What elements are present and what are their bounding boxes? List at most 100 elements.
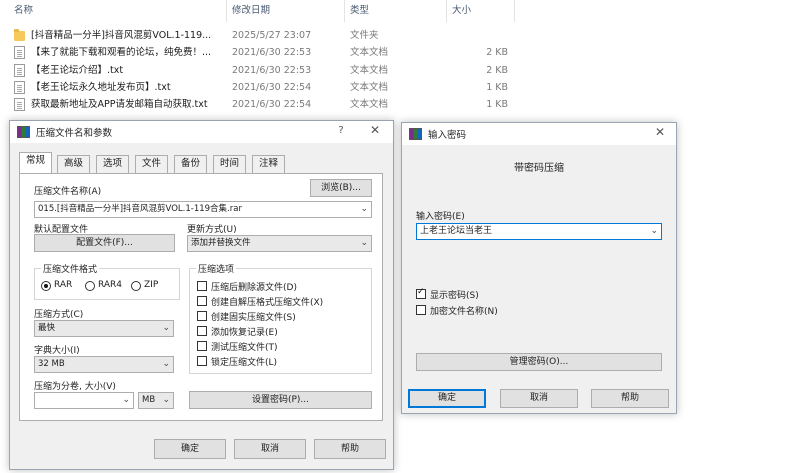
dialog-titlebar[interactable]: 压缩文件名和参数 ? ✕ [10,121,393,143]
method-select[interactable]: 最快 ⌄ [34,320,174,337]
sort-up-icon: ⌃ [116,0,124,7]
text-file-icon [14,98,25,111]
column-divider[interactable] [446,0,447,22]
encrypt-names-label[interactable]: 加密文件名称(N) [430,304,498,317]
update-mode-value: 添加并替换文件 [191,238,251,248]
chevron-down-icon[interactable]: ⌄ [650,224,658,239]
file-date: 2021/6/30 22:53 [232,65,312,76]
dialog-title: 输入密码 [428,130,467,141]
help-icon[interactable]: ? [331,125,351,136]
cancel-button[interactable]: 取消 [500,389,578,408]
file-row[interactable]: 【老王论坛介绍】.txt 2021/6/30 22:53 文本文档 2 KB [14,63,514,79]
ok-button[interactable]: 确定 [154,439,226,459]
split-volume-label: 压缩为分卷, 大小(V) [34,382,116,392]
column-header-type[interactable]: 类型 [350,0,369,22]
show-password-label[interactable]: 显示密码(S) [430,288,479,301]
archive-format-group: 压缩文件格式 RAR RAR4 ZIP [34,262,180,300]
split-volume-input[interactable]: ⌄ [34,392,134,409]
file-name: 【来了就能下载和观看的论坛，纯免费！... [31,47,212,58]
file-name: 获取最新地址及APP请发邮箱自动获取.txt [31,99,208,110]
option-label[interactable]: 创建固实压缩文件(S) [211,310,296,323]
dictionary-size-label: 字典大小(I) [34,346,80,356]
chevron-down-icon: ⌄ [162,395,170,405]
option-label[interactable]: 压缩后删除源文件(D) [211,280,297,293]
file-date: 2021/6/30 22:53 [232,47,312,58]
column-header-size[interactable]: 大小 [452,0,471,22]
password-value: 上老王论坛当老王 [420,226,493,236]
password-input[interactable]: 上老王论坛当老王 ⌄ [416,223,662,240]
option-label[interactable]: 测试压缩文件(T) [211,340,278,353]
lock-archive-checkbox[interactable] [197,356,207,366]
encrypt-names-checkbox[interactable] [416,305,426,315]
file-date: 2025/5/27 23:07 [232,30,312,41]
dialog-heading: 带密码压缩 [514,163,564,174]
tab-files[interactable]: 文件 [135,155,169,173]
file-type: 文本文档 [350,65,389,76]
sfx-archive-checkbox[interactable] [197,296,207,306]
chevron-down-icon[interactable]: ⌄ [122,393,130,408]
show-password-checkbox[interactable] [416,287,426,299]
format-rar4-radio[interactable] [85,281,95,291]
tab-advanced[interactable]: 高级 [57,155,91,173]
solid-archive-checkbox[interactable] [197,311,207,321]
delete-after-checkbox[interactable] [197,281,207,291]
chevron-down-icon[interactable]: ⌄ [360,202,368,217]
dictionary-size-value: 32 MB [38,359,65,369]
chevron-down-icon: ⌄ [360,238,368,248]
file-row[interactable]: [抖音精品一分半]抖音风混剪VOL.1-119... 2025/5/27 23:… [14,28,514,44]
tab-backup[interactable]: 备份 [174,155,208,173]
column-divider[interactable] [514,0,515,22]
option-label[interactable]: 创建自解压格式压缩文件(X) [211,295,323,308]
tab-comment[interactable]: 注释 [252,155,286,173]
close-icon[interactable]: ✕ [365,123,385,137]
tab-time[interactable]: 时间 [213,155,247,173]
recovery-record-checkbox[interactable] [197,326,207,336]
organize-passwords-button[interactable]: 管理密码(O)... [416,353,662,371]
help-button[interactable]: 帮助 [314,439,386,459]
text-file-icon [14,46,25,59]
format-zip-radio[interactable] [131,281,141,291]
set-password-button[interactable]: 设置密码(P)... [189,391,372,409]
file-type: 文件夹 [350,30,379,41]
option-label[interactable]: 添加恢复记录(E) [211,325,278,338]
archive-name-input[interactable]: 015.[抖音精品一分半]抖音风混剪VOL.1-119合集.rar ⌄ [34,201,372,218]
file-explorer-list: 名称 ⌃ 修改日期 类型 大小 [抖音精品一分半]抖音风混剪VOL.1-119.… [0,0,520,118]
split-unit-select[interactable]: MB ⌄ [138,392,174,409]
column-header-date[interactable]: 修改日期 [232,0,270,22]
column-divider[interactable] [226,0,227,22]
format-zip-label[interactable]: ZIP [144,280,158,290]
format-rar-label[interactable]: RAR [54,280,72,290]
profiles-button[interactable]: 配置文件(F)... [34,234,175,252]
file-row[interactable]: 获取最新地址及APP请发邮箱自动获取.txt 2021/6/30 22:54 文… [14,97,514,113]
tab-general[interactable]: 常规 [19,152,53,174]
compression-options-title: 压缩选项 [196,262,237,275]
file-date: 2021/6/30 22:54 [232,82,312,93]
dictionary-size-select[interactable]: 32 MB ⌄ [34,356,174,373]
file-size: 2 KB [486,47,508,58]
ok-button[interactable]: 确定 [408,389,486,408]
compression-options-group: 压缩选项 压缩后删除源文件(D) 创建自解压格式压缩文件(X) 创建固实压缩文件… [189,262,372,374]
file-row[interactable]: 【老王论坛永久地址发布页】.txt 2021/6/30 22:54 文本文档 1… [14,80,514,96]
help-button[interactable]: 帮助 [591,389,669,408]
file-row[interactable]: 【来了就能下载和观看的论坛，纯免费！... 2021/6/30 22:53 文本… [14,45,514,61]
format-rar-radio[interactable] [41,281,51,291]
folder-icon [14,29,25,41]
close-icon[interactable]: ✕ [650,125,670,139]
column-divider[interactable] [344,0,345,22]
dialog-titlebar[interactable]: 输入密码 ✕ [402,123,676,145]
column-header-name[interactable]: 名称 [14,0,33,22]
option-label[interactable]: 锁定压缩文件(L) [211,355,277,368]
format-rar4-label[interactable]: RAR4 [98,280,122,290]
cancel-button[interactable]: 取消 [234,439,306,459]
update-mode-select[interactable]: 添加并替换文件 ⌄ [187,235,372,252]
test-archive-checkbox[interactable] [197,341,207,351]
password-dialog: 输入密码 ✕ 带密码压缩 输入密码(E) 上老王论坛当老王 ⌄ 显示密码(S) … [401,122,677,414]
file-size: 2 KB [486,65,508,76]
file-date: 2021/6/30 22:54 [232,99,312,110]
file-type: 文本文档 [350,99,389,110]
file-type: 文本文档 [350,47,389,58]
file-size: 1 KB [486,82,508,93]
browse-button[interactable]: 浏览(B)... [310,179,372,197]
dialog-title: 压缩文件名和参数 [36,128,113,139]
tab-options[interactable]: 选项 [96,155,130,173]
